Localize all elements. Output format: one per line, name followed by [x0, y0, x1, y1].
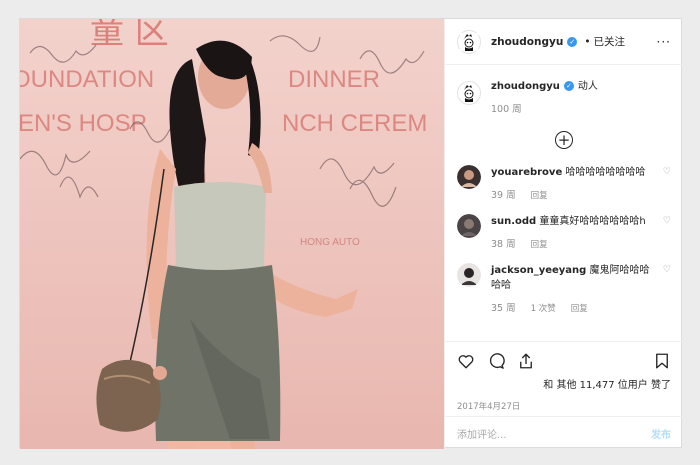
plus-circle-icon[interactable]: + — [555, 131, 573, 149]
comment-row: jackson_yeeyang 魔鬼阿哈哈哈哈哈 35 周 1 次赞 回复 ♡ — [457, 263, 671, 317]
verified-badge-icon: ✓ — [567, 36, 578, 47]
reply-button[interactable]: 回复 — [571, 304, 588, 314]
post-photo: 童 区 OUNDATION DINNER EN'S HOSP NCH CEREM… — [20, 19, 444, 449]
likes-count[interactable]: 和 其他 11,477 位用户 赞了 — [457, 376, 671, 391]
banner-text-hospital: EN'S HOSP — [20, 110, 147, 137]
comment-meta: 38 周 回复 — [491, 237, 659, 253]
heart-icon[interactable] — [457, 352, 475, 370]
comment-row: sun.odd 童童真好哈哈哈哈哈哈h 38 周 回复 ♡ — [457, 214, 671, 253]
bookmark-icon[interactable] — [653, 352, 671, 370]
comment-text: 哈哈哈哈哈哈哈哈 — [565, 167, 646, 178]
comments-section: zhoudongyu ✓ 动人 100 周 + youarebrove 哈哈哈哈哈哈… — [445, 65, 683, 317]
caption-row: zhoudongyu ✓ 动人 100 周 — [457, 79, 671, 117]
comment-row: youarebrove 哈哈哈哈哈哈哈哈 39 周 回复 ♡ — [457, 165, 671, 204]
commenter-avatar[interactable] — [457, 214, 481, 238]
post-date: 2017年4月27日 — [457, 402, 521, 412]
commenter-avatar[interactable] — [457, 165, 481, 189]
comment-time: 35 周 — [491, 303, 516, 314]
banner-top-text: 童 区 — [90, 19, 169, 52]
reply-button[interactable]: 回复 — [531, 191, 548, 201]
cartoon-avatar-icon — [464, 85, 474, 102]
comment-body: jackson_yeeyang 魔鬼阿哈哈哈哈哈 35 周 1 次赞 回复 — [491, 263, 659, 317]
comment-body: sun.odd 童童真好哈哈哈哈哈哈h 38 周 回复 — [491, 214, 659, 253]
comment-username[interactable]: jackson_yeeyang — [491, 265, 586, 276]
caption-meta: 100 周 — [491, 102, 671, 117]
heart-icon[interactable]: ♡ — [659, 214, 671, 253]
post-side-panel: zhoudongyu ✓ • 已关注 ··· zhoudongyu ✓ 动人 1… — [444, 19, 683, 449]
share-icon[interactable] — [517, 352, 535, 370]
comment-like-count[interactable]: 1 次赞 — [531, 304, 556, 314]
caption-username[interactable]: zhoudongyu — [491, 81, 560, 92]
banner-text-ceremony: NCH CEREM — [282, 110, 427, 137]
banner-logo-text: HONG AUTO — [300, 237, 360, 248]
comment-input[interactable]: 添加评论... — [457, 426, 507, 441]
verified-badge-icon: ✓ — [563, 81, 574, 91]
author-avatar[interactable] — [457, 29, 481, 54]
caption-author-avatar[interactable] — [457, 81, 481, 105]
heart-icon[interactable]: ♡ — [659, 263, 671, 317]
post-header: zhoudongyu ✓ • 已关注 ··· — [445, 19, 683, 65]
comment-time: 38 周 — [491, 239, 516, 250]
post-modal: 童 区 OUNDATION DINNER EN'S HOSP NCH CEREM… — [19, 18, 683, 449]
reply-button[interactable]: 回复 — [531, 240, 548, 250]
caption-time: 100 周 — [491, 104, 522, 115]
load-more-comments[interactable]: + — [457, 131, 671, 149]
post-comment-button[interactable]: 发布 — [651, 426, 671, 441]
comment-time: 39 周 — [491, 190, 516, 201]
caption-body: zhoudongyu ✓ 动人 100 周 — [491, 79, 671, 117]
comment-username[interactable]: youarebrove — [491, 167, 562, 178]
add-comment-bar: 添加评论... 发布 — [445, 416, 683, 449]
comment-username[interactable]: sun.odd — [491, 216, 536, 227]
post-actions: 和 其他 11,477 位用户 赞了 2017年4月27日 — [445, 341, 683, 412]
comment-text: 童童真好哈哈哈哈哈哈h — [539, 216, 646, 227]
action-icons-row — [457, 352, 671, 370]
follow-status-button[interactable]: 已关注 — [594, 34, 626, 49]
caption-text: 动人 — [577, 81, 598, 92]
cartoon-avatar-icon — [460, 32, 478, 51]
comment-icon[interactable] — [487, 352, 505, 370]
heart-icon[interactable]: ♡ — [659, 165, 671, 204]
comment-meta: 39 周 回复 — [491, 188, 659, 204]
banner-text-dinner: DINNER — [288, 66, 380, 93]
more-options-icon[interactable]: ··· — [657, 35, 671, 49]
banner-text-foundation: OUNDATION — [20, 66, 154, 93]
comment-body: youarebrove 哈哈哈哈哈哈哈哈 39 周 回复 — [491, 165, 659, 204]
comment-meta: 35 周 1 次赞 回复 — [491, 301, 659, 317]
photo-illustration: 童 区 OUNDATION DINNER EN'S HOSP NCH CEREM… — [20, 19, 444, 449]
separator-dot: • — [584, 35, 591, 48]
commenter-avatar[interactable] — [457, 263, 481, 287]
author-username[interactable]: zhoudongyu — [491, 36, 563, 48]
